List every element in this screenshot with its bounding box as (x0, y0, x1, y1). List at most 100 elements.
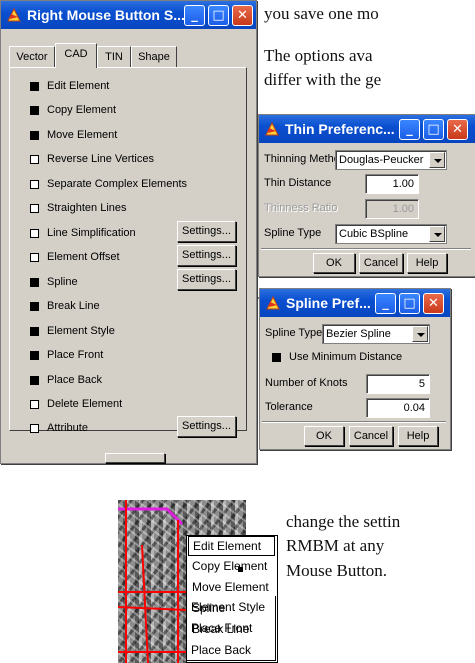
option-label: Element Style (47, 325, 115, 337)
thin-ok-button[interactable]: OK (313, 253, 355, 273)
context-menu-place-front[interactable]: Place Front (187, 618, 274, 638)
tab-tin[interactable]: TIN (97, 46, 131, 67)
maximize-button[interactable]: □ (208, 5, 229, 26)
option-label: Place Back (47, 374, 103, 386)
option-element-offset[interactable]: Element Offset (30, 247, 120, 267)
option-spline[interactable]: Spline (30, 272, 78, 292)
option-delete-element[interactable]: Delete Element (30, 394, 122, 414)
checkbox[interactable] (272, 352, 281, 362)
select-value: Douglas-Peucker (339, 154, 424, 166)
spline-help-button[interactable]: Help (398, 426, 438, 446)
context-menu-element-style[interactable]: Element Style (187, 597, 274, 617)
maximize-button[interactable]: □ (423, 119, 444, 140)
maximize-icon: □ (427, 122, 440, 137)
minimize-button[interactable]: _ (375, 293, 396, 314)
option-move-element[interactable]: Move Element (30, 125, 117, 145)
thinning-method-select[interactable]: Douglas-Peucker (335, 150, 447, 170)
spline-cancel-button[interactable]: Cancel (349, 426, 393, 446)
maximize-button[interactable]: □ (399, 293, 420, 314)
option-edit-element[interactable]: Edit Element (30, 76, 109, 96)
knots-input[interactable]: 5 (366, 374, 430, 394)
context-menu-copy-element[interactable]: Copy Element (188, 556, 275, 576)
spline-type-select[interactable]: Cubic BSpline (335, 224, 447, 244)
option-label: Edit Element (47, 80, 110, 92)
checkbox[interactable] (30, 326, 39, 336)
thin-distance-input[interactable]: 1.00 (365, 174, 419, 194)
close-button[interactable]: ✕ (232, 5, 253, 26)
dropdown-arrow-icon[interactable] (429, 152, 445, 168)
minimize-button[interactable]: _ (399, 119, 420, 140)
checkbox[interactable] (30, 301, 39, 311)
context-menu-move-element[interactable]: Move Element (188, 577, 275, 597)
thin-help-button[interactable]: Help (407, 253, 447, 273)
minimize-icon: _ (191, 8, 198, 23)
tolerance-label: Tolerance (265, 401, 313, 413)
context-menu-edit-element[interactable]: Edit Element (188, 536, 275, 556)
thin-cancel-button[interactable]: Cancel (359, 253, 403, 273)
option-place-front[interactable]: Place Front (30, 345, 103, 365)
close-icon: ✕ (428, 296, 439, 311)
line-simplification-settings-button[interactable]: Settings... (177, 221, 236, 242)
option-label: Attribute (47, 422, 88, 434)
rmb-settings-window: Right Mouse Button S... _ □ ✕ Vector CAD… (0, 0, 257, 464)
option-element-style[interactable]: Element Style (30, 321, 115, 341)
tab-cad[interactable]: CAD (55, 43, 97, 68)
option-attribute[interactable]: Attribute (30, 418, 88, 438)
checkbox[interactable] (30, 350, 39, 360)
option-line-simplification[interactable]: Line Simplification (30, 223, 136, 243)
checkbox[interactable] (30, 277, 39, 287)
checkbox[interactable] (30, 423, 39, 433)
thin-preferences-window: Thin Preferenc... _ □ ✕ Thinning Method … (258, 114, 475, 277)
spline-type-label: Spline Type (264, 227, 322, 239)
spline-type-select[interactable]: Bezier Spline (322, 324, 430, 344)
option-reverse-line-vertices[interactable]: Reverse Line Vertices (30, 149, 154, 169)
option-place-back[interactable]: Place Back (30, 370, 102, 390)
checkbox[interactable] (30, 105, 39, 115)
checkbox[interactable] (30, 154, 39, 164)
option-separate-complex-elements[interactable]: Separate Complex Elements (30, 174, 187, 194)
close-dialog-button[interactable] (105, 453, 165, 463)
tntmips-icon (7, 7, 21, 22)
element-offset-settings-button[interactable]: Settings... (177, 245, 236, 266)
separator (261, 248, 471, 250)
dropdown-arrow-icon[interactable] (412, 326, 428, 342)
separator (262, 421, 446, 423)
rmb-title: Right Mouse Button S... (27, 7, 185, 23)
checkbox[interactable] (30, 179, 39, 189)
checkbox[interactable] (30, 252, 39, 262)
option-label: Separate Complex Elements (47, 178, 188, 190)
close-button[interactable]: ✕ (447, 119, 468, 140)
spline-ok-button[interactable]: OK (304, 426, 344, 446)
use-minimum-distance-option[interactable]: Use Minimum Distance (272, 347, 402, 367)
thinness-ratio-label: Thinness Ratio (264, 202, 338, 214)
option-label: Place Front (47, 349, 104, 361)
context-menu-place-back[interactable]: Place Back (187, 640, 274, 660)
tab-vector[interactable]: Vector (9, 46, 55, 67)
option-label: Move Element (47, 129, 118, 141)
knots-label: Number of Knots (265, 377, 348, 389)
checkbox[interactable] (30, 399, 39, 409)
spline-settings-button[interactable]: Settings... (177, 269, 236, 290)
option-copy-element[interactable]: Copy Element (30, 100, 116, 120)
option-break-line[interactable]: Break Line (30, 296, 100, 316)
checkbox[interactable] (30, 375, 39, 385)
spline-titlebar[interactable]: Spline Pref... (260, 289, 450, 317)
option-label: Straighten Lines (47, 202, 127, 214)
spline-preferences-window: Spline Pref... _ □ ✕ Spline Type Bezier … (259, 288, 451, 450)
checkbox[interactable] (30, 81, 39, 91)
tab-shape[interactable]: Shape (131, 46, 177, 67)
attribute-settings-button[interactable]: Settings... (177, 416, 236, 437)
select-value: Cubic BSpline (339, 228, 409, 240)
thin-distance-label: Thin Distance (264, 177, 332, 189)
option-label: Break Line (47, 300, 100, 312)
checkbox[interactable] (30, 203, 39, 213)
checkbox[interactable] (30, 130, 39, 140)
option-label: Delete Element (47, 398, 123, 410)
close-button[interactable]: ✕ (423, 293, 444, 314)
option-label: Reverse Line Vertices (47, 153, 154, 165)
option-straighten-lines[interactable]: Straighten Lines (30, 198, 127, 218)
minimize-button[interactable]: _ (184, 5, 205, 26)
dropdown-arrow-icon[interactable] (429, 226, 445, 242)
checkbox[interactable] (30, 228, 39, 238)
tolerance-input[interactable]: 0.04 (366, 398, 430, 418)
